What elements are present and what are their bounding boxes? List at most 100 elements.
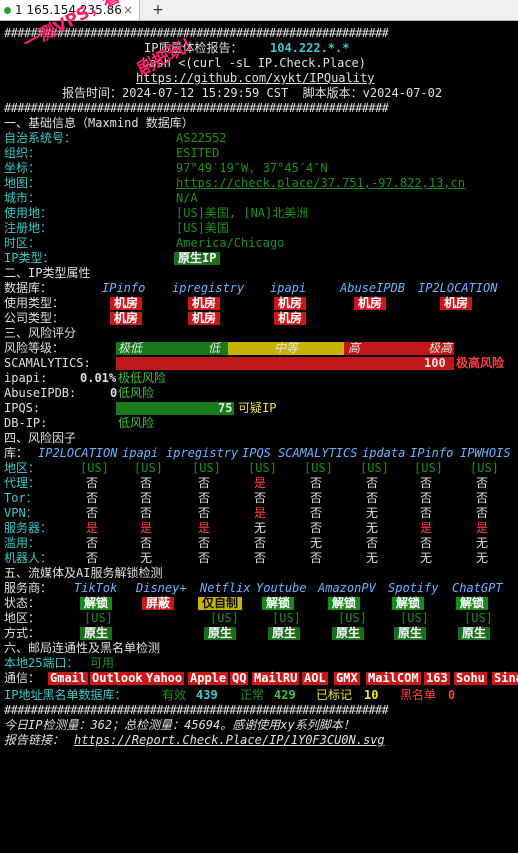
unlock-status-badge: 解锁 — [262, 597, 295, 610]
mail-provider-badge: Sohu — [454, 671, 487, 685]
hash-divider: ########################################… — [4, 101, 389, 115]
risk-factor-cell: 否 — [86, 536, 99, 550]
basic-info-row: 时区： America/Chicago — [4, 236, 514, 251]
risk-factor-key: 滥用： — [4, 536, 41, 550]
repo-line: https://github.com/xykt/IPQuality — [4, 71, 514, 86]
mail-provider-badge: MailRU — [252, 671, 300, 685]
map-link[interactable]: https://check.place/37.751,-97.822,13,cn — [176, 176, 465, 191]
risk-factor-cell: 否 — [310, 551, 323, 565]
ip-type-badge: 原生IP — [174, 252, 221, 265]
mail-provider-badge: Sina — [492, 672, 518, 685]
risk-factor-row: 机器人： 否 无 否 否 否 无 无 无 — [4, 551, 514, 566]
iptype-use-row: 使用类型： 机房 机房 机房 机房 机房 — [4, 296, 514, 311]
risk-factor-cell: 否 — [420, 476, 433, 490]
risk-factor-cell: 否 — [420, 536, 433, 550]
dbip-risk-row: DB-IP: 低风险 — [4, 416, 155, 430]
risk-factor-row: 地区： [US] [US] [US] [US] [US] [US] [US] [US] — [4, 461, 514, 476]
risk-factor-row: Tor： 否 否 否 否 否 否 否 否 — [4, 491, 514, 506]
company-type-badge: 机房 — [188, 312, 221, 325]
risk-factor-key: 服务器： — [4, 521, 53, 535]
risk-factor-cell: 无 — [254, 521, 267, 535]
basic-info-value: AS22552 — [176, 131, 227, 145]
time-line: 报告时间：2024-07-12 15:29:59 CST 脚本版本：v2024-… — [4, 86, 514, 101]
unlock-mode-badge: 原生 — [332, 627, 365, 640]
risk-factor-key: Tor： — [4, 491, 38, 505]
risk-factor-key: VPN： — [4, 506, 38, 520]
risk-factor-cell: 是 — [198, 521, 211, 535]
unlock-status-badge: 仅自制 — [198, 597, 243, 610]
unlock-mode-row: 方式： 原生 原生 原生 原生 原生 原生 — [4, 626, 514, 641]
hash-divider: ########################################… — [4, 26, 389, 40]
mail-provider-badge: QQ — [230, 671, 249, 685]
repo-link[interactable]: https://github.com/xykt/IPQuality — [136, 71, 374, 86]
risk-factor-cell: 否 — [86, 476, 99, 490]
mail-provider-badge: Yahoo — [144, 671, 185, 685]
risk-factor-cell: 否 — [254, 536, 267, 550]
risk-factor-cell: [US] — [192, 461, 221, 475]
usage-type-badge: 机房 — [188, 297, 221, 310]
factor-header-row: 库： IP2LOCATION ipapi ipregistry IPQS SCA… — [4, 446, 511, 460]
unlock-region-row: 地区： [US] [US] [US] [US] [US] [US] — [4, 611, 493, 625]
risk-factor-cell: 否 — [198, 476, 211, 490]
risk-factor-cell: 是 — [140, 521, 153, 535]
basic-info-row: 坐标： 97°49′19″W, 37°45′4″N — [4, 161, 514, 176]
mail-provider-badge: Outlook — [90, 671, 145, 685]
unlock-mode-badge: 原生 — [80, 627, 113, 640]
risk-factor-cell: 否 — [420, 506, 433, 520]
basic-info-key: 组织： — [4, 146, 41, 160]
usage-type-badge: 机房 — [110, 297, 143, 310]
risk-factor-cell: 否 — [198, 506, 211, 520]
new-tab-button[interactable]: + — [148, 0, 168, 20]
risk-factor-cell: 否 — [476, 491, 489, 505]
section-risk-title: 三、风险评分 — [4, 326, 77, 340]
terminal-output: ########################################… — [4, 26, 518, 748]
risk-factor-cell: 无 — [366, 506, 379, 520]
hash-divider: ########################################… — [4, 703, 389, 717]
risk-factor-cell: 否 — [254, 491, 267, 505]
risk-factor-cell: 否 — [198, 491, 211, 505]
risk-factor-cell: 否 — [198, 536, 211, 550]
risk-factor-cell: [US] — [248, 461, 277, 475]
risk-factor-cell: 否 — [310, 476, 323, 490]
basic-info-value: N/A — [176, 191, 198, 205]
mail-provider-badge: MailCOM — [366, 671, 421, 685]
basic-info-key: 时区： — [4, 236, 41, 250]
basic-info-key: 自治系统号： — [4, 131, 77, 145]
basic-info-key: 使用地： — [4, 206, 53, 220]
report-link[interactable]: https://Report.Check.Place/IP/1Y0F3CU0N.… — [74, 733, 385, 748]
risk-factor-cell: 否 — [366, 491, 379, 505]
basic-info-value: [US]美国, [NA]北美洲 — [176, 206, 309, 220]
company-type-badge: 机房 — [274, 312, 307, 325]
mail-provider-badge: Gmail — [48, 671, 89, 685]
basic-info-row: 组织： ESITED — [4, 146, 514, 161]
risk-factor-cell: 否 — [254, 551, 267, 565]
ipqs-bar — [116, 402, 234, 415]
report-ip: 104.222.*.* — [270, 41, 350, 55]
risk-factor-cell: 是 — [254, 506, 267, 520]
usage-type-badge: 机房 — [354, 297, 387, 310]
risk-factor-cell: 是 — [254, 476, 267, 490]
risk-factor-cell: [US] — [80, 461, 109, 475]
risk-factor-cell: 否 — [140, 491, 153, 505]
section-unlock-title: 五、流媒体及AI服务解锁检测 — [4, 566, 163, 580]
risk-factor-cell: 否 — [140, 476, 153, 490]
risk-factor-key: 代理： — [4, 476, 41, 490]
unlock-status-badge: 解锁 — [328, 597, 361, 610]
section-factor-title: 四、风险因子 — [4, 431, 77, 445]
risk-factor-cell: 是 — [476, 521, 489, 535]
basic-info-value: [US]美国 — [176, 221, 229, 235]
section-basic-title: 一、基础信息（Maxmind 数据库） — [4, 116, 194, 130]
scamalytics-row: SCAMALYTICS: 100 极高风险 — [4, 356, 505, 370]
usage-type-badge: 机房 — [440, 297, 473, 310]
basic-info-value: America/Chicago — [176, 236, 285, 250]
unlock-service-row: 服务商： TikTok Disney+ Netflix Youtube Amaz… — [4, 581, 503, 595]
risk-factor-cell: [US] — [414, 461, 443, 475]
unlock-status-row: 状态： 解锁 屏蔽 仅自制 解锁 解锁 解锁 解锁 — [4, 596, 514, 611]
risk-factor-cell: 是 — [86, 521, 99, 535]
basic-info-row: 城市： N/A — [4, 191, 514, 206]
unlock-status-badge: 解锁 — [80, 597, 113, 610]
risk-factor-cell: 否 — [310, 521, 323, 535]
risk-factor-cell: 否 — [86, 491, 99, 505]
risk-factor-cell: 无 — [366, 551, 379, 565]
risk-factor-cell: 无 — [140, 551, 153, 565]
